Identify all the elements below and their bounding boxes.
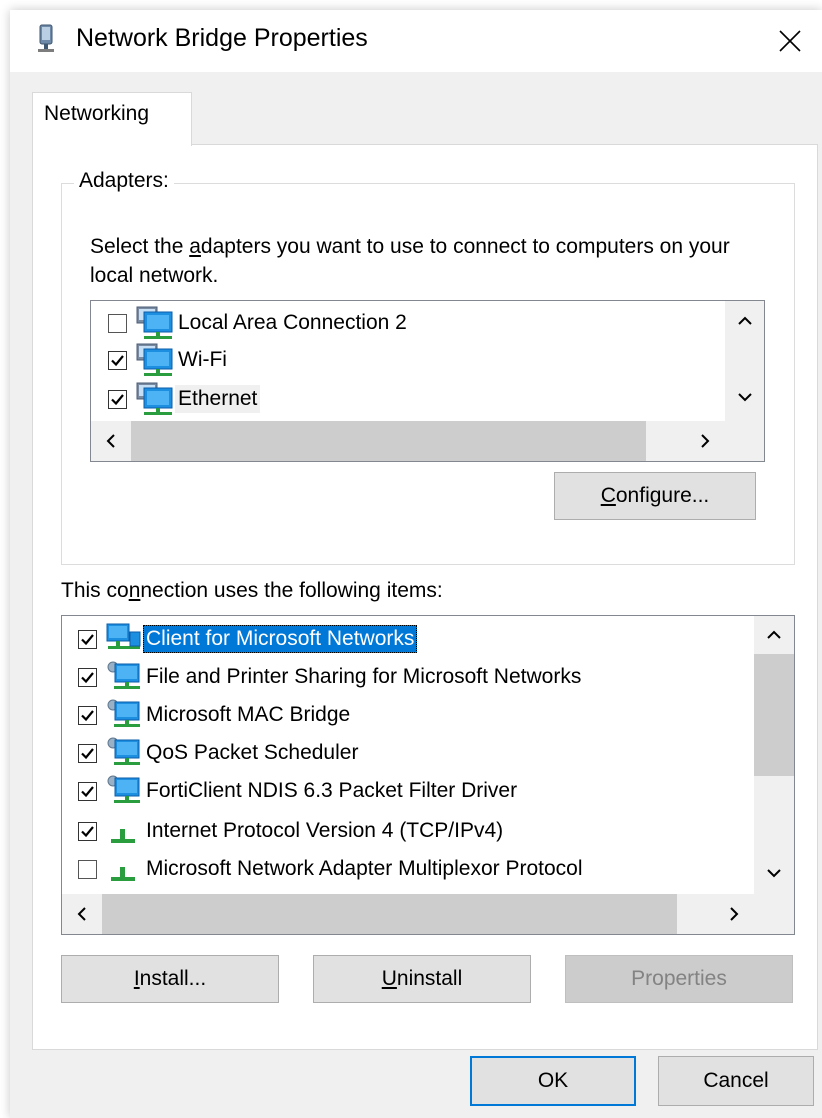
protocol-icon: [111, 867, 135, 881]
adapter-label: Ethernet: [175, 385, 261, 413]
items-horizontal-thumb[interactable]: [102, 894, 677, 934]
chevron-down-icon: [767, 869, 781, 878]
chevron-left-icon: [106, 434, 115, 448]
adapters-description: Select the adapters you want to use to c…: [90, 235, 730, 287]
item-label: Microsoft Network Adapter Multiplexor Pr…: [146, 857, 583, 880]
chevron-right-icon: [730, 907, 739, 921]
adapters-horizontal-thumb[interactable]: [131, 421, 646, 461]
scroll-down-arrow[interactable]: [725, 377, 764, 417]
protocol-icon: [111, 829, 135, 843]
adapter-list-item[interactable]: Ethernet: [108, 380, 261, 418]
scroll-right-arrow[interactable]: [714, 894, 754, 934]
item-label: Client for Microsoft Networks: [143, 625, 418, 653]
tab-networking[interactable]: Networking: [32, 92, 192, 146]
checkmark-icon: [81, 709, 94, 721]
network-service-icon: [107, 737, 140, 765]
adapters-group-label: Adapters:: [74, 169, 174, 193]
item-checkbox[interactable]: [78, 705, 97, 725]
item-label: FortiClient NDIS 6.3 Packet Filter Drive…: [146, 779, 518, 802]
title-bar: Network Bridge Properties: [10, 10, 822, 72]
adapter-list-item[interactable]: Local Area Connection 2: [108, 304, 410, 342]
items-vertical-scrollbar[interactable]: [754, 616, 794, 894]
network-service-icon: [107, 661, 140, 689]
items-vertical-thumb[interactable]: [754, 654, 794, 776]
item-checkbox[interactable]: [78, 859, 97, 879]
checkmark-icon: [111, 393, 124, 405]
connection-item[interactable]: Client for Microsoft Networks: [78, 620, 418, 658]
item-checkbox[interactable]: [78, 667, 97, 687]
connection-items-list[interactable]: Client for Microsoft Networks File and P…: [61, 615, 795, 935]
item-label: Internet Protocol Version 4 (TCP/IPv4): [146, 819, 504, 842]
item-label: QoS Packet Scheduler: [146, 741, 359, 764]
configure-button[interactable]: Configure...: [554, 472, 756, 520]
checkmark-icon: [81, 785, 94, 797]
ok-button[interactable]: OK: [470, 1056, 636, 1106]
item-label: Microsoft MAC Bridge: [146, 703, 351, 726]
adapters-horizontal-scrollbar[interactable]: [91, 421, 725, 461]
scroll-down-arrow[interactable]: [754, 854, 794, 892]
checkmark-icon: [81, 633, 94, 645]
connection-item[interactable]: QoS Packet Scheduler: [78, 734, 361, 772]
checkmark-icon: [111, 354, 124, 366]
network-bridge-properties-dialog: Network Bridge Properties Networking Ada…: [10, 10, 822, 1118]
checkmark-icon: [81, 671, 94, 683]
close-icon: [779, 30, 801, 52]
window-title: Network Bridge Properties: [76, 24, 368, 52]
network-client-icon: [106, 623, 141, 649]
chevron-down-icon: [737, 393, 752, 402]
item-checkbox[interactable]: [78, 781, 97, 801]
adapter-label: Wi-Fi: [178, 348, 227, 371]
item-checkbox[interactable]: [78, 629, 97, 649]
scrollbar-corner: [725, 421, 764, 461]
scroll-up-arrow[interactable]: [725, 301, 764, 341]
adapter-checkbox[interactable]: [108, 350, 127, 370]
cancel-button[interactable]: Cancel: [658, 1056, 814, 1106]
uninstall-button[interactable]: Uninstall: [313, 955, 531, 1003]
connection-item[interactable]: FortiClient NDIS 6.3 Packet Filter Drive…: [78, 772, 520, 810]
checkmark-icon: [81, 825, 94, 837]
adapters-groupbox: Adapters: Select the adapters you want t…: [61, 169, 795, 565]
network-adapter-icon: [136, 343, 173, 376]
scrollbar-corner: [754, 894, 794, 934]
item-checkbox[interactable]: [78, 743, 97, 763]
connection-item[interactable]: File and Printer Sharing for Microsoft N…: [78, 658, 584, 696]
chevron-up-icon: [767, 630, 781, 639]
chevron-right-icon: [701, 434, 710, 448]
network-adapter-icon: [136, 382, 173, 415]
connection-item[interactable]: Internet Protocol Version 4 (TCP/IPv4): [78, 812, 506, 850]
connection-item[interactable]: Microsoft Network Adapter Multiplexor Pr…: [78, 850, 586, 888]
network-adapter-icon: [136, 306, 173, 339]
properties-button[interactable]: Properties: [565, 955, 793, 1003]
adapter-list-item[interactable]: Wi-Fi: [108, 341, 230, 379]
adapters-vertical-scrollbar[interactable]: [725, 301, 764, 421]
network-service-icon: [107, 775, 140, 803]
network-bridge-icon: [36, 24, 56, 59]
adapter-label: Local Area Connection 2: [178, 311, 407, 334]
scroll-right-arrow[interactable]: [685, 421, 725, 461]
adapter-checkbox[interactable]: [108, 313, 127, 333]
scroll-up-arrow[interactable]: [754, 616, 794, 654]
chevron-left-icon: [77, 907, 86, 921]
item-label: File and Printer Sharing for Microsoft N…: [146, 665, 582, 688]
scroll-left-arrow[interactable]: [62, 894, 102, 934]
adapters-list[interactable]: Local Area Connection 2 Wi-Fi Ethernet: [90, 300, 765, 462]
connection-item[interactable]: Microsoft MAC Bridge: [78, 696, 353, 734]
chevron-up-icon: [737, 316, 752, 325]
item-checkbox[interactable]: [78, 821, 97, 841]
scroll-left-arrow[interactable]: [91, 421, 131, 461]
networking-tab-panel: Adapters: Select the adapters you want t…: [32, 144, 818, 1050]
items-horizontal-scrollbar[interactable]: [62, 894, 754, 934]
install-button[interactable]: Install...: [61, 955, 279, 1003]
close-button[interactable]: [758, 10, 822, 72]
items-list-label: This connection uses the following items…: [61, 579, 443, 602]
checkmark-icon: [81, 747, 94, 759]
network-service-icon: [107, 699, 140, 727]
adapter-checkbox[interactable]: [108, 389, 127, 409]
